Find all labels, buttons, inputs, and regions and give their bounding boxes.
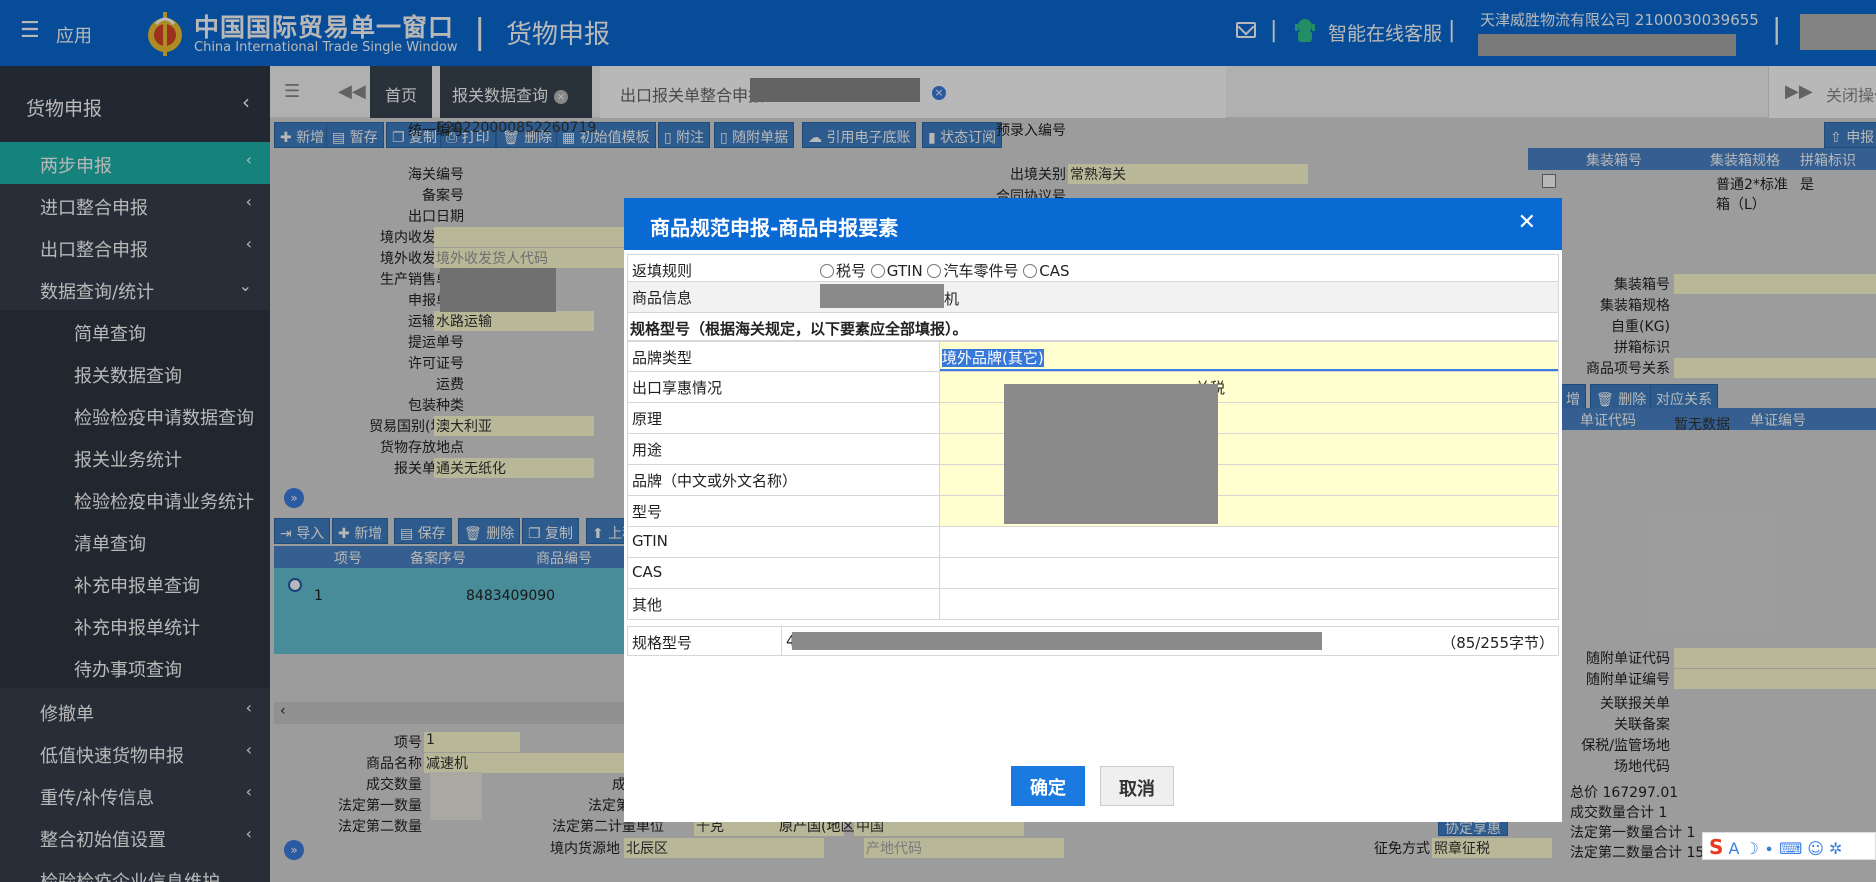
- row-label: 原理: [628, 403, 940, 433]
- radio-gtin[interactable]: GTIN: [870, 262, 923, 280]
- row-label: GTIN: [628, 527, 940, 557]
- redacted-spec: [792, 632, 1322, 650]
- radio-label: GTIN: [886, 262, 923, 280]
- radio-auto-part[interactable]: 汽车零件号: [927, 262, 1019, 280]
- dialog-header: 商品规范申报-商品申报要素 ✕: [624, 198, 1562, 250]
- redacted-values: [1004, 384, 1218, 524]
- row-label: 商品信息: [632, 289, 693, 307]
- dialog-title: 商品规范申报-商品申报要素: [650, 216, 899, 240]
- cancel-button[interactable]: 取消: [1100, 766, 1174, 806]
- row-label: 规格型号: [628, 627, 782, 655]
- row-label: 出口享惠情况: [628, 372, 940, 402]
- cas-input[interactable]: [940, 558, 1558, 588]
- element-row: 其他: [627, 589, 1559, 620]
- byte-counter: （85/255字节）: [1441, 634, 1554, 652]
- radio-cas[interactable]: CAS: [1023, 262, 1070, 280]
- row-label: 返填规则: [632, 262, 693, 280]
- declaration-elements-dialog: 商品规范申报-商品申报要素 ✕ 返填规则 税号 GTIN 汽车零件号 CAS 商…: [624, 198, 1562, 822]
- element-row: CAS: [627, 558, 1559, 589]
- radio-label: 税号: [836, 262, 867, 280]
- return-rule-options: 税号 GTIN 汽车零件号 CAS: [818, 255, 1558, 281]
- brand-type-input[interactable]: 境外品牌(其它): [940, 342, 1558, 371]
- spec-note-row: 规格型号（根据海关规定，以下要素应全部填报）。: [627, 313, 1559, 341]
- radio-label: CAS: [1039, 262, 1070, 280]
- row-label: CAS: [628, 558, 940, 588]
- confirm-button[interactable]: 确定: [1011, 766, 1085, 806]
- radio-icon: [870, 264, 885, 278]
- ime-toolbar[interactable]: S A ☽ ∙ ⌨ ☺ ✲: [1702, 832, 1876, 860]
- radio-label: 汽车零件号: [943, 262, 1019, 280]
- row-label: 品牌（中文或外文名称）: [628, 465, 940, 495]
- radio-hs[interactable]: 税号: [820, 262, 866, 280]
- element-row: GTIN: [627, 527, 1559, 558]
- spec-model-row: 规格型号 4 （85/255字节）: [627, 626, 1559, 656]
- other-input[interactable]: [940, 589, 1558, 619]
- row-label: 用途: [628, 434, 940, 464]
- return-rule-row: 返填规则 税号 GTIN 汽车零件号 CAS: [627, 254, 1559, 282]
- radio-icon: [927, 264, 942, 278]
- close-icon[interactable]: ✕: [1518, 210, 1536, 235]
- spec-note: 规格型号（根据海关规定，以下要素应全部填报）。: [630, 320, 968, 338]
- ime-tools-icons[interactable]: A ☽ ∙ ⌨ ☺ ✲: [1729, 839, 1843, 858]
- redacted-goods-info: [820, 284, 944, 308]
- selected-text: 境外品牌(其它): [942, 349, 1044, 367]
- row-label: 其他: [628, 589, 940, 619]
- sogou-ime-icon[interactable]: S: [1709, 835, 1723, 859]
- row-label: 品牌类型: [628, 342, 940, 371]
- row-label: 型号: [628, 496, 940, 526]
- goods-info-row: 商品信息 机: [627, 282, 1559, 313]
- goods-info-suffix: 机: [944, 290, 960, 308]
- radio-icon: [1023, 264, 1038, 278]
- gtin-input[interactable]: [940, 527, 1558, 557]
- element-row: 品牌类型 境外品牌(其它): [627, 341, 1559, 372]
- radio-icon: [820, 264, 834, 278]
